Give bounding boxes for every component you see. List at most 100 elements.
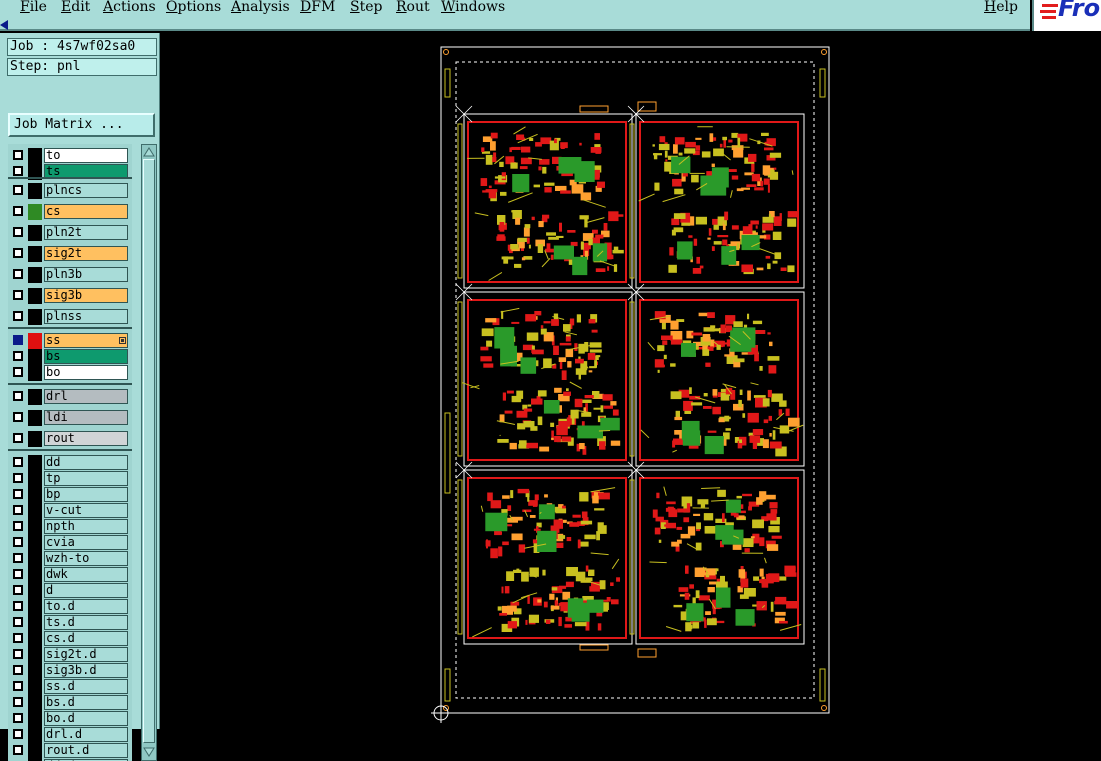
menu-edit[interactable]: Edit (61, 0, 90, 15)
layer-color-swatch[interactable] (28, 148, 42, 164)
layer-select-checkbox[interactable] (13, 665, 23, 675)
layer-color-swatch[interactable] (28, 503, 42, 519)
layer-name-label[interactable]: bs.d (44, 695, 128, 710)
layer-select-checkbox[interactable] (13, 335, 23, 345)
layer-select-checkbox[interactable] (13, 473, 23, 483)
layer-color-swatch[interactable] (28, 471, 42, 487)
layer-color-swatch[interactable] (28, 711, 42, 727)
layer-row-wzh-to[interactable]: wzh-to (8, 551, 132, 567)
layer-name-label[interactable]: ldi (44, 410, 128, 425)
layer-color-swatch[interactable] (28, 679, 42, 695)
layer-row-rout-d[interactable]: rout.d (8, 743, 132, 759)
layer-row-cs[interactable]: cs (8, 204, 132, 220)
layer-name-label[interactable]: sig2t (44, 246, 128, 261)
layer-color-swatch[interactable] (28, 410, 42, 426)
layer-color-swatch[interactable] (28, 631, 42, 647)
layer-name-label[interactable]: plncs (44, 183, 128, 198)
layer-row-sig3b-d[interactable]: sig3b.d (8, 663, 132, 679)
menu-dfm[interactable]: DFM (300, 0, 335, 15)
layer-name-label[interactable]: ts.d (44, 615, 128, 630)
layer-name-label[interactable]: bs (44, 349, 128, 364)
layer-select-checkbox[interactable] (13, 713, 23, 723)
layer-name-label[interactable]: dwk (44, 567, 128, 582)
layer-name-label[interactable]: cs.d (44, 631, 128, 646)
layer-row-bo[interactable]: bo (8, 365, 132, 381)
layer-name-label[interactable]: bo.d (44, 711, 128, 726)
layer-select-checkbox[interactable] (13, 248, 23, 258)
layer-row-rout[interactable]: rout (8, 431, 132, 447)
layer-name-label[interactable]: tp (44, 471, 128, 486)
layer-color-swatch[interactable] (28, 267, 42, 283)
layer-name-label[interactable]: wzh-to (44, 551, 128, 566)
layer-row-sig2t-d[interactable]: sig2t.d (8, 647, 132, 663)
layer-name-label[interactable]: bo (44, 365, 128, 380)
layer-color-swatch[interactable] (28, 333, 42, 349)
layer-row-tp[interactable]: tp (8, 471, 132, 487)
menu-analysis[interactable]: Analysis (231, 0, 290, 15)
layer-row-ss-d[interactable]: ss.d (8, 679, 132, 695)
layer-color-swatch[interactable] (28, 519, 42, 535)
layer-color-swatch[interactable] (28, 288, 42, 304)
menu-rout[interactable]: Rout (396, 0, 430, 15)
layer-row-plncs[interactable]: plncs (8, 183, 132, 199)
layer-name-label[interactable]: to (44, 148, 128, 163)
menu-help[interactable]: Help (984, 0, 1018, 15)
layer-name-label[interactable]: drl (44, 389, 128, 404)
layer-color-swatch[interactable] (28, 431, 42, 447)
layer-list-scrollbar[interactable] (141, 144, 157, 761)
layer-select-checkbox[interactable] (13, 681, 23, 691)
layer-row-v-cut[interactable]: v-cut (8, 503, 132, 519)
layer-name-label[interactable]: cvia (44, 535, 128, 550)
layer-expand-icon[interactable] (119, 337, 126, 344)
layer-row-bs[interactable]: bs (8, 349, 132, 365)
layer-select-checkbox[interactable] (13, 697, 23, 707)
layer-name-label[interactable]: npth (44, 519, 128, 534)
layer-row-dd[interactable]: dd (8, 455, 132, 471)
layer-row-pln2t[interactable]: pln2t (8, 225, 132, 241)
layer-name-label[interactable]: ss.d (44, 679, 128, 694)
menu-step[interactable]: Step (350, 0, 382, 15)
layer-name-label[interactable]: d (44, 583, 128, 598)
layer-row-to-d[interactable]: to.d (8, 599, 132, 615)
scroll-up-icon[interactable] (143, 146, 155, 158)
layer-select-checkbox[interactable] (13, 569, 23, 579)
layer-select-checkbox[interactable] (13, 412, 23, 422)
layer-name-label[interactable]: ss (44, 333, 128, 348)
layer-color-swatch[interactable] (28, 246, 42, 262)
graphics-canvas[interactable] (160, 33, 1101, 729)
layer-color-swatch[interactable] (28, 225, 42, 241)
layer-color-swatch[interactable] (28, 183, 42, 199)
layer-color-swatch[interactable] (28, 349, 42, 365)
layer-row-plnss[interactable]: plnss (8, 309, 132, 325)
layer-select-checkbox[interactable] (13, 290, 23, 300)
layer-color-swatch[interactable] (28, 663, 42, 679)
layer-name-label[interactable]: rout (44, 431, 128, 446)
layer-row-bo-d[interactable]: bo.d (8, 711, 132, 727)
menu-options[interactable]: Options (166, 0, 221, 15)
layer-name-label[interactable]: to.d (44, 599, 128, 614)
layer-row-cvia[interactable]: cvia (8, 535, 132, 551)
layer-name-label[interactable]: plnss (44, 309, 128, 324)
layer-select-checkbox[interactable] (13, 649, 23, 659)
layer-color-swatch[interactable] (28, 695, 42, 711)
layer-select-checkbox[interactable] (13, 206, 23, 216)
layer-name-label[interactable]: dd (44, 455, 128, 470)
layer-name-label[interactable]: sig3b.d (44, 663, 128, 678)
layer-color-swatch[interactable] (28, 309, 42, 325)
layer-color-swatch[interactable] (28, 615, 42, 631)
layer-select-checkbox[interactable] (13, 633, 23, 643)
layer-row-to[interactable]: to (8, 148, 132, 164)
layer-color-swatch[interactable] (28, 567, 42, 583)
layer-color-swatch[interactable] (28, 204, 42, 220)
layer-row-sig3b[interactable]: sig3b (8, 288, 132, 304)
layer-select-checkbox[interactable] (13, 553, 23, 563)
layer-select-checkbox[interactable] (13, 537, 23, 547)
layer-select-checkbox[interactable] (13, 457, 23, 467)
layer-row-ts-d[interactable]: ts.d (8, 615, 132, 631)
layer-select-checkbox[interactable] (13, 521, 23, 531)
layer-color-swatch[interactable] (28, 551, 42, 567)
job-matrix-button[interactable]: Job Matrix ... (8, 113, 155, 137)
layer-name-label[interactable]: v-cut (44, 503, 128, 518)
layer-select-checkbox[interactable] (13, 311, 23, 321)
layer-name-label[interactable]: sig2t.d (44, 647, 128, 662)
